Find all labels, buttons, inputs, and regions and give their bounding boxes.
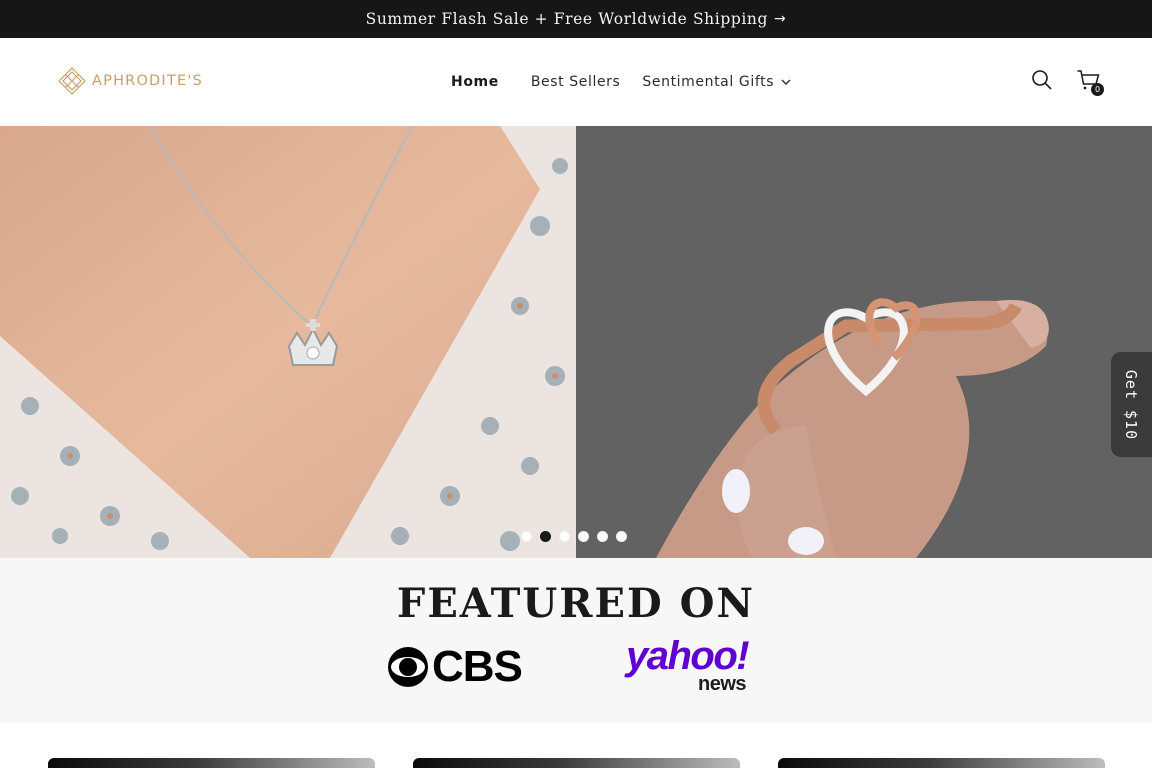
announcement-text: Summer Flash Sale + Free Worldwide Shipp…	[365, 10, 769, 28]
cbs-eye-icon	[388, 647, 428, 687]
product-card[interactable]	[48, 758, 375, 768]
cbs-wordmark: CBS	[432, 642, 523, 691]
slideshow-dots	[521, 531, 627, 542]
header-actions: 0	[1030, 68, 1104, 96]
featured-on-section: FEATURED ON CBS yahoo! news	[0, 558, 1152, 723]
chevron-down-icon	[781, 79, 791, 85]
nav-label: Home	[451, 74, 499, 90]
slide-dot-active[interactable]	[540, 531, 551, 542]
slide-dot[interactable]	[521, 531, 532, 542]
nav-label: Sentimental Gifts	[642, 74, 775, 90]
logo-text: APHRODITE'S	[92, 73, 203, 89]
cbs-logo: CBS	[386, 642, 523, 691]
product-card[interactable]	[413, 758, 740, 768]
announcement-bar: Summer Flash Sale + Free Worldwide Shipp…	[0, 0, 1152, 38]
diamond-logo-icon	[58, 67, 86, 95]
heart-bangle-photo	[576, 126, 1152, 558]
slide-dot[interactable]	[597, 531, 608, 542]
search-icon[interactable]	[1030, 68, 1054, 92]
slide-dot[interactable]	[616, 531, 627, 542]
yahoo-wordmark: yahoo!	[626, 634, 750, 678]
announcement-link[interactable]: Summer Flash Sale + Free Worldwide Shipp…	[366, 10, 787, 28]
nav-item-best-sellers[interactable]: Best Sellers	[520, 62, 632, 102]
slide-dot[interactable]	[559, 531, 570, 542]
nav-label: Best Sellers	[530, 74, 621, 90]
product-card[interactable]	[778, 758, 1105, 768]
crown-pendant-photo	[0, 126, 576, 558]
nav-item-home[interactable]: Home	[440, 62, 510, 102]
featured-title: FEATURED ON	[396, 580, 756, 627]
hero-image-bracelet[interactable]	[576, 126, 1152, 558]
hero-image-necklace[interactable]	[0, 126, 576, 558]
nav-item-sentimental-gifts[interactable]: Sentimental Gifts	[631, 62, 803, 102]
product-cards-row	[0, 723, 1152, 768]
cart-count-badge: 0	[1091, 83, 1104, 96]
arrow-right-icon: →	[774, 11, 787, 27]
get-10-side-tab[interactable]: Get $10	[1111, 352, 1152, 457]
site-header: APHRODITE'S Home Best Sellers Sentimenta…	[0, 38, 1152, 126]
slide-dot[interactable]	[578, 531, 589, 542]
yahoo-news-logo: yahoo! news	[626, 634, 776, 694]
cart-button[interactable]: 0	[1076, 68, 1104, 96]
side-tab-label: Get $10	[1122, 369, 1141, 440]
site-logo[interactable]: APHRODITE'S	[58, 67, 203, 95]
main-nav: Home Best Sellers Sentimental Gifts	[440, 38, 803, 126]
hero-slideshow	[0, 126, 1152, 558]
yahoo-news-sub: news	[698, 673, 747, 695]
